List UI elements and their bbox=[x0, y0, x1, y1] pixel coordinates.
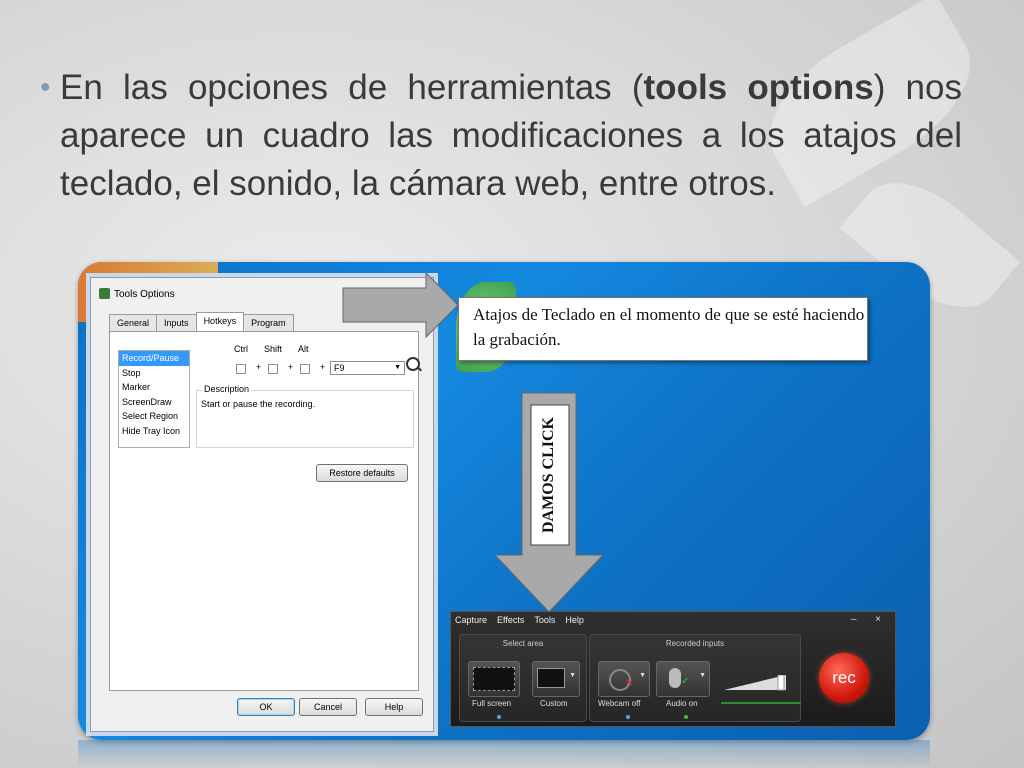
menu-capture[interactable]: Capture bbox=[455, 615, 487, 625]
custom-area-icon bbox=[537, 668, 565, 688]
audio-indicator bbox=[684, 715, 688, 719]
menu-help[interactable]: Help bbox=[565, 615, 584, 625]
webcam-label: Webcam off bbox=[598, 699, 641, 708]
webcam-indicator bbox=[626, 715, 630, 719]
recorded-inputs-group: Recorded inputs ✕ ▼ ✓ ▼ Webcam off Audio… bbox=[589, 634, 801, 722]
chevron-down-icon: ▼ bbox=[639, 672, 646, 679]
recorded-inputs-title: Recorded inputs bbox=[665, 639, 725, 648]
microphone-icon bbox=[669, 668, 681, 688]
webcam-toggle-button[interactable]: ✕ ▼ bbox=[598, 661, 650, 697]
select-area-title: Select area bbox=[502, 639, 544, 648]
chevron-down-icon: ▼ bbox=[569, 672, 576, 679]
full-screen-button[interactable] bbox=[468, 661, 520, 697]
audio-level-line bbox=[721, 702, 801, 704]
toolbar-menu: Capture Effects Tools Help bbox=[455, 615, 584, 625]
shortcut-callout: Atajos de Teclado en el momento de que s… bbox=[458, 297, 868, 361]
right-arrow bbox=[342, 271, 459, 339]
recorder-toolbar: Capture Effects Tools Help – × Select ar… bbox=[450, 611, 896, 727]
audio-toggle-button[interactable]: ✓ ▼ bbox=[656, 661, 710, 697]
on-check-icon: ✓ bbox=[681, 676, 690, 687]
full-screen-icon bbox=[473, 667, 515, 691]
arrow-label: DAMOS CLICK bbox=[540, 417, 557, 534]
window-controls[interactable]: – × bbox=[851, 614, 889, 625]
chevron-down-icon: ▼ bbox=[699, 672, 706, 679]
select-area-group: Select area ▼ Full screen Custom bbox=[459, 634, 587, 722]
menu-effects[interactable]: Effects bbox=[497, 615, 524, 625]
record-button[interactable]: rec bbox=[819, 653, 869, 703]
menu-tools[interactable]: Tools bbox=[534, 615, 555, 625]
volume-level-slider[interactable] bbox=[724, 675, 786, 691]
audio-label: Audio on bbox=[666, 699, 698, 708]
custom-label: Custom bbox=[540, 699, 568, 708]
off-x-icon: ✕ bbox=[625, 678, 634, 689]
custom-area-button[interactable]: ▼ bbox=[532, 661, 580, 697]
selected-indicator bbox=[497, 715, 501, 719]
full-screen-label: Full screen bbox=[472, 699, 512, 708]
